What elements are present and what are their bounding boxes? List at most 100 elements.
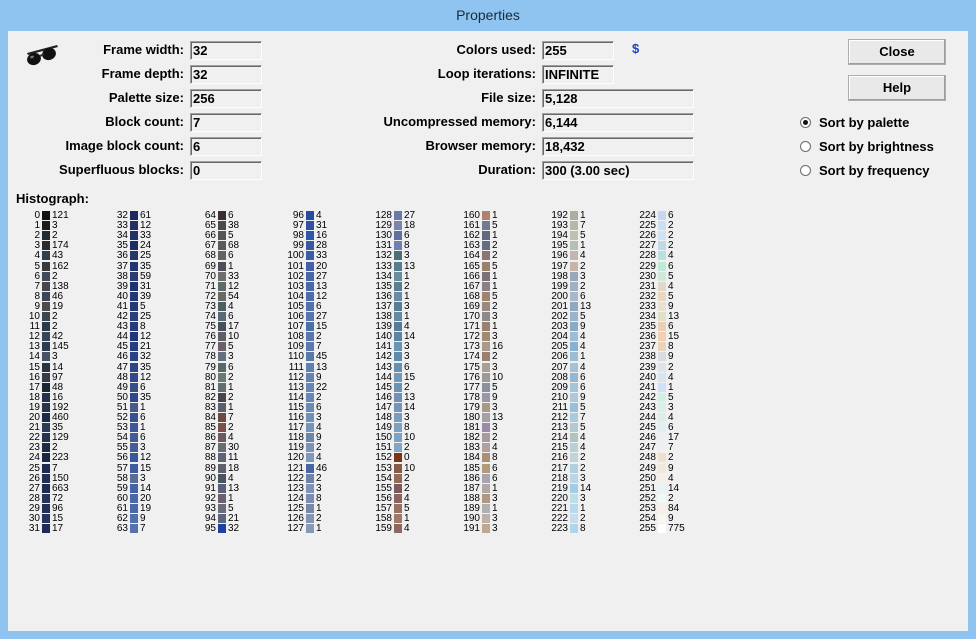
- color-swatch: [306, 483, 314, 493]
- color-swatch: [570, 332, 578, 342]
- color-swatch: [42, 231, 50, 241]
- property-label: Duration:: [478, 162, 536, 177]
- color-count: 6: [668, 260, 674, 272]
- radio-indicator: [800, 165, 811, 177]
- color-swatch: [42, 291, 50, 301]
- dollar-icon: $: [632, 41, 640, 56]
- color-swatch: [658, 352, 666, 362]
- palette-index: 239: [639, 361, 656, 373]
- property-value: 18,432: [542, 137, 694, 156]
- color-swatch: [394, 261, 402, 271]
- color-swatch: [570, 362, 578, 372]
- color-count: 2: [668, 452, 674, 464]
- color-swatch: [394, 514, 402, 523]
- color-count: 32: [228, 523, 240, 535]
- color-count: 2: [492, 351, 498, 363]
- color-count: 6: [404, 361, 410, 373]
- color-swatch: [130, 221, 138, 231]
- palette-index: 143: [375, 361, 392, 373]
- color-swatch: [130, 352, 138, 362]
- color-swatch: [482, 382, 490, 392]
- palette-index: 5: [34, 260, 40, 272]
- histograph-entry: 0 121: [16, 211, 68, 221]
- property-value: 7: [190, 113, 262, 132]
- color-swatch: [42, 312, 50, 321]
- color-swatch: [482, 231, 490, 241]
- color-swatch: [394, 342, 402, 352]
- color-swatch: [658, 392, 666, 402]
- palette-index: 37: [116, 260, 128, 272]
- property-value: 255: [542, 41, 614, 60]
- palette-index: 206: [551, 351, 568, 363]
- property-value: 6,144: [542, 113, 694, 132]
- palette-index: 46: [116, 351, 128, 363]
- color-swatch: [658, 483, 666, 493]
- property-label: Frame depth:: [101, 66, 184, 81]
- color-swatch: [658, 443, 666, 453]
- histograph-entry: 223 8: [544, 523, 585, 535]
- property-label: Superfluous blocks:: [59, 162, 184, 177]
- palette-index: 57: [116, 462, 128, 474]
- sort-by-frequency-radio[interactable]: Sort by frequency: [800, 163, 930, 178]
- help-button[interactable]: Help: [848, 75, 946, 101]
- color-swatch: [394, 483, 402, 493]
- color-count: 46: [316, 462, 328, 474]
- color-swatch: [394, 271, 402, 281]
- color-swatch: [482, 524, 490, 534]
- color-swatch: [658, 463, 666, 473]
- color-count: 32: [140, 351, 152, 363]
- color-swatch: [658, 382, 666, 392]
- color-swatch: [130, 271, 138, 281]
- properties-window: Properties Frame width: 32 Frame depth: 32 P…: [0, 0, 976, 639]
- color-swatch: [394, 524, 402, 534]
- color-swatch: [658, 473, 666, 483]
- color-swatch: [130, 463, 138, 473]
- palette-index: 184: [463, 452, 480, 464]
- color-swatch: [658, 301, 666, 311]
- color-swatch: [570, 483, 578, 493]
- color-swatch: [130, 433, 138, 443]
- color-swatch: [570, 423, 578, 433]
- histograph-entry: 5 162: [16, 260, 68, 272]
- color-swatch: [394, 231, 402, 241]
- close-button[interactable]: Close: [848, 39, 946, 65]
- color-swatch: [570, 241, 578, 251]
- color-count: 3: [492, 361, 498, 373]
- color-swatch: [658, 514, 666, 523]
- color-swatch: [394, 433, 402, 443]
- property-label: Palette size:: [108, 90, 184, 105]
- color-swatch: [42, 221, 50, 231]
- sort-by-palette-radio[interactable]: Sort by palette: [800, 115, 909, 130]
- color-swatch: [130, 453, 138, 463]
- color-count: 4: [580, 361, 586, 373]
- color-count: 3: [492, 523, 498, 535]
- color-swatch: [218, 352, 226, 362]
- color-swatch: [482, 322, 490, 332]
- color-swatch: [394, 392, 402, 402]
- palette-index: 174: [463, 351, 480, 363]
- color-swatch: [218, 281, 226, 291]
- property-label: File size:: [481, 90, 536, 105]
- color-swatch: [218, 433, 226, 443]
- color-swatch: [218, 372, 226, 382]
- color-swatch: [218, 483, 226, 493]
- color-swatch: [306, 221, 314, 231]
- palette-index: 25: [28, 462, 40, 474]
- color-swatch: [306, 413, 314, 422]
- color-swatch: [218, 514, 226, 523]
- color-swatch: [482, 271, 490, 281]
- color-swatch: [570, 463, 578, 473]
- palette-index: 56: [116, 452, 128, 464]
- color-swatch: [394, 503, 402, 513]
- color-swatch: [218, 251, 226, 261]
- palette-index: 153: [375, 462, 392, 474]
- radio-indicator: [800, 141, 811, 153]
- sort-by-brightness-radio[interactable]: Sort by brightness: [800, 139, 934, 154]
- color-swatch: [130, 231, 138, 241]
- color-swatch: [482, 372, 490, 382]
- property-label: Uncompressed memory:: [383, 114, 536, 129]
- palette-index: 223: [551, 523, 568, 535]
- color-swatch: [42, 322, 50, 332]
- color-swatch: [482, 362, 490, 372]
- color-swatch: [394, 402, 402, 412]
